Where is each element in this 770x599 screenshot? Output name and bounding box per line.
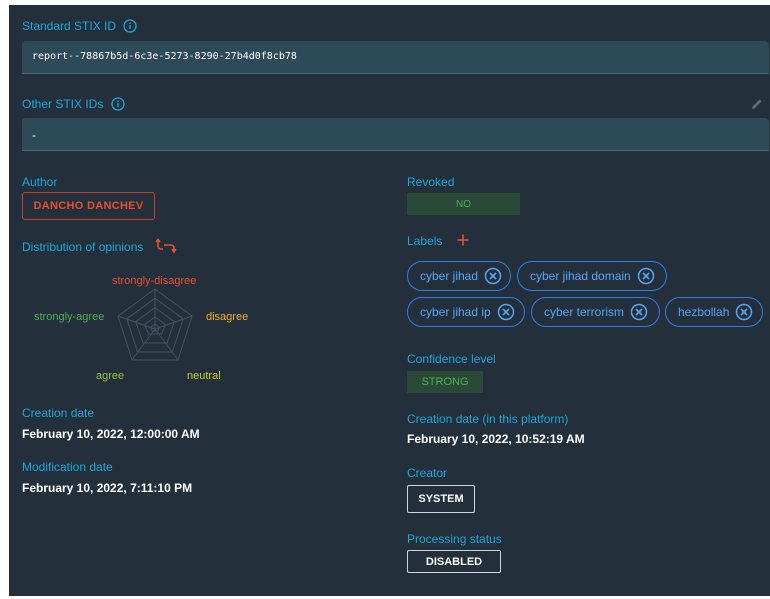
label-tag-text: cyber jihad ip <box>420 305 491 319</box>
other-stix-ids-label: Other STIX IDs <box>22 97 104 111</box>
radar-axis-disagree: disagree <box>206 311 249 323</box>
label-tag-cyber-jihad[interactable]: cyber jihad <box>407 261 511 291</box>
creation-date-value: February 10, 2022, 12:00:00 AM <box>22 427 200 441</box>
processing-status-value: DISABLED <box>425 555 483 568</box>
label-tag-text: cyber jihad <box>420 269 479 283</box>
label-tag-text: cyber terrorism <box>544 305 625 319</box>
remove-label-icon[interactable] <box>497 303 515 321</box>
distribution-of-opinions-label: Distribution of opinions <box>22 240 144 254</box>
confidence-level-badge: STRONG <box>407 371 483 393</box>
edit-pencil-icon[interactable] <box>750 97 764 111</box>
remove-label-icon[interactable] <box>735 303 753 321</box>
revoked-status-badge: NO <box>407 193 520 215</box>
other-stix-ids-field[interactable]: - <box>22 118 769 151</box>
revoked-label: Revoked <box>407 175 455 189</box>
other-stix-ids-value: - <box>32 128 36 142</box>
radar-axis-neutral: neutral <box>187 370 221 382</box>
creation-date-label: Creation date <box>22 406 95 420</box>
author-chip[interactable]: DANCHO DANCHEV <box>22 192 155 220</box>
creator-chip[interactable]: SYSTEM <box>407 485 475 513</box>
overview-panel: Standard STIX ID report--78867b5d-6c3e-5… <box>9 5 770 596</box>
opinions-radar-chart: strongly-disagree disagree neutral agree… <box>29 273 269 389</box>
creator-label: Creator <box>407 466 448 480</box>
processing-status-label: Processing status <box>407 532 502 546</box>
radar-axis-strongly-disagree: strongly-disagree <box>112 275 197 287</box>
info-icon[interactable] <box>123 19 137 33</box>
label-tag-cyber-jihad-domain[interactable]: cyber jihad domain <box>517 261 667 291</box>
label-tag-hezbollah[interactable]: hezbollah <box>665 297 763 327</box>
standard-stix-id-value: report--78867b5d-6c3e-5273-8290-27b4d0f8… <box>32 51 297 62</box>
confidence-level-label: Confidence level <box>407 352 496 366</box>
labels-label: Labels <box>407 234 443 248</box>
platform-creation-date-value: February 10, 2022, 10:52:19 AM <box>407 432 585 446</box>
modification-date-label: Modification date <box>22 460 113 474</box>
remove-label-icon[interactable] <box>484 267 502 285</box>
label-tag-cyber-terrorism[interactable]: cyber terrorism <box>531 297 660 327</box>
confidence-level-value: STRONG <box>421 376 469 388</box>
remove-label-icon[interactable] <box>630 303 648 321</box>
modification-date-value: February 10, 2022, 7:11:10 PM <box>22 481 193 495</box>
label-tag-text: cyber jihad domain <box>530 269 631 283</box>
label-tag-cyber-jihad-ip[interactable]: cyber jihad ip <box>407 297 525 327</box>
remove-label-icon[interactable] <box>637 267 655 285</box>
creator-value: SYSTEM <box>418 493 464 505</box>
processing-status-chip: DISABLED <box>407 550 501 573</box>
author-label: Author <box>22 175 58 189</box>
radar-grid <box>117 288 193 361</box>
label-tag-text: hezbollah <box>678 305 730 319</box>
add-label-plus-icon[interactable] <box>457 234 469 246</box>
platform-creation-date-label: Creation date (in this platform) <box>407 412 569 426</box>
standard-stix-id-field[interactable]: report--78867b5d-6c3e-5273-8290-27b4d0f8… <box>22 41 769 74</box>
author-name: DANCHO DANCHEV <box>33 200 144 212</box>
radar-axis-strongly-agree: strongly-agree <box>34 311 105 323</box>
opinion-exchange-icon[interactable] <box>155 237 177 255</box>
standard-stix-id-label: Standard STIX ID <box>22 19 117 33</box>
revoked-status-value: NO <box>456 198 471 210</box>
radar-axis-agree: agree <box>96 370 125 382</box>
info-icon[interactable] <box>111 97 125 111</box>
